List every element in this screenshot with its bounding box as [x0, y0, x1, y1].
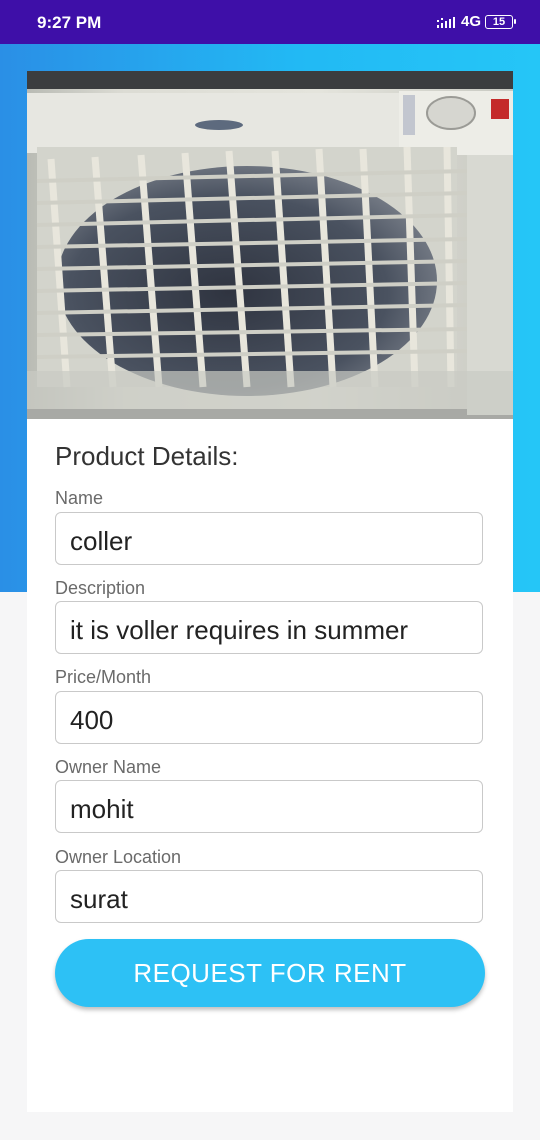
price-field[interactable]: 400 — [55, 691, 483, 744]
owner-location-label: Owner Location — [55, 847, 182, 867]
network-type: 4G — [460, 13, 481, 30]
price-value: 400 — [70, 705, 114, 735]
air-cooler-photo — [27, 71, 513, 419]
owner-name-label: Owner Name — [55, 757, 162, 777]
name-value: coller — [70, 526, 133, 556]
description-label: Description — [55, 578, 146, 598]
owner-location-field[interactable]: surat — [55, 870, 483, 923]
request-for-rent-button[interactable]: REQUEST FOR RENT — [55, 939, 485, 1007]
status-bar: 9:27 PM 4G 15 — [0, 0, 540, 44]
price-label: Price/Month — [55, 667, 152, 687]
battery-icon: 15 — [485, 14, 516, 29]
owner-name-value: mohit — [70, 794, 134, 824]
status-time: 9:27 PM — [37, 13, 102, 32]
owner-location-value: surat — [70, 884, 128, 914]
status-icons: 4G 15 — [436, 13, 516, 30]
owner-name-field[interactable]: mohit — [55, 780, 483, 833]
description-value: it is voller requires in summer — [70, 615, 409, 645]
section-title: Product Details: — [55, 441, 239, 471]
name-label: Name — [55, 488, 104, 508]
product-card: Product Details: Name coller Description… — [27, 71, 513, 1112]
description-field[interactable]: it is voller requires in summer — [55, 601, 483, 654]
signal-icon — [436, 16, 455, 28]
name-field[interactable]: coller — [55, 512, 483, 565]
battery-level: 15 — [485, 14, 513, 29]
